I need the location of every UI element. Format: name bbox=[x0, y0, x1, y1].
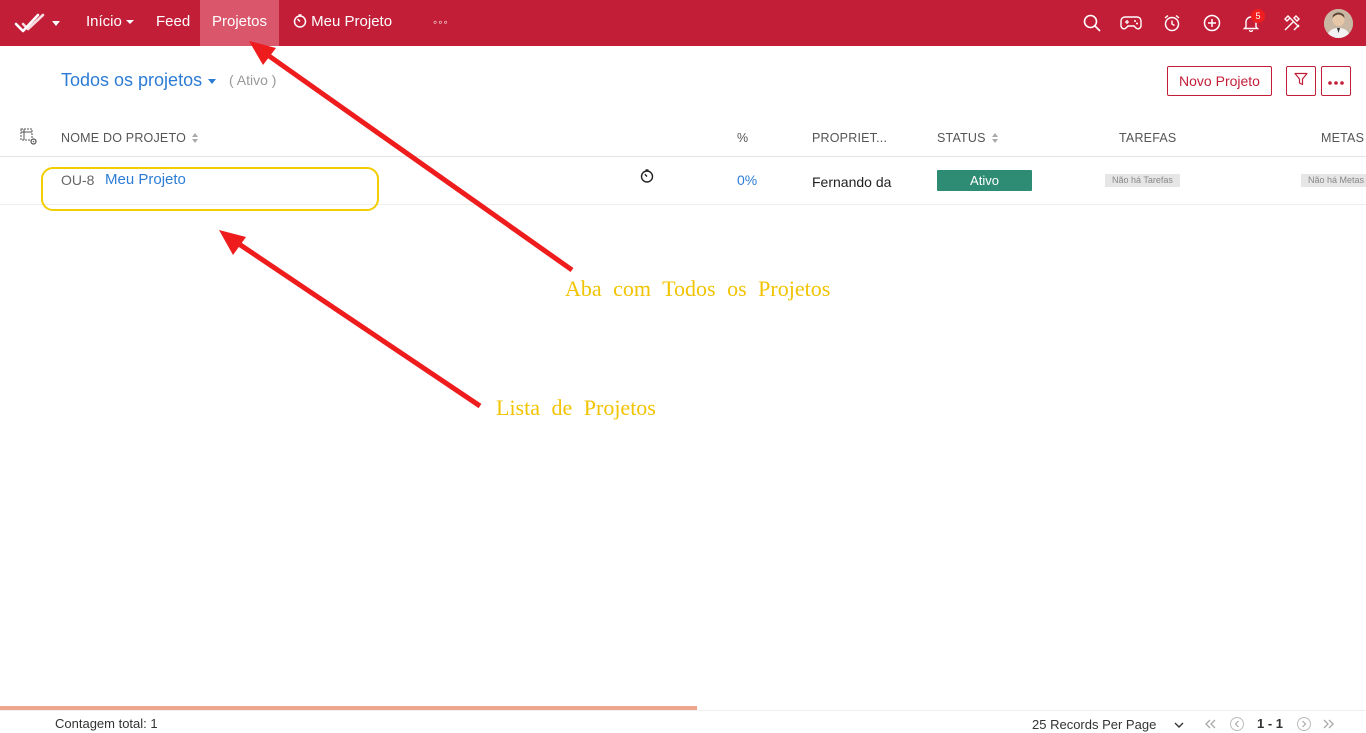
tab-projects-label: Projetos bbox=[211, 13, 268, 30]
user-avatar[interactable] bbox=[1324, 9, 1353, 38]
view-title-label: Todos os projetos bbox=[61, 70, 203, 90]
more-horizontal-icon bbox=[1328, 72, 1344, 90]
page-range-label: 1 - 1 bbox=[1257, 716, 1284, 731]
column-header-status[interactable]: STATUS bbox=[937, 131, 998, 146]
column-header-owner[interactable]: PROPRIET... bbox=[812, 131, 887, 145]
more-dots-icon: ◦◦◦ bbox=[433, 15, 449, 29]
top-navigation-bar: Início Feed Projetos Meu Projeto ◦◦◦ 5 bbox=[0, 0, 1366, 46]
nav-feed[interactable]: Feed bbox=[156, 0, 190, 46]
sort-icon bbox=[192, 132, 199, 146]
total-count-label: Contagem total: 1 bbox=[55, 716, 158, 731]
project-owner: Fernando da bbox=[812, 174, 892, 190]
annotation-arrows bbox=[219, 41, 574, 409]
plus-circle-icon[interactable] bbox=[1201, 12, 1223, 34]
arrow-to-project-list bbox=[219, 230, 482, 409]
chevron-down-icon bbox=[208, 78, 217, 84]
previous-page-icon[interactable] bbox=[1229, 716, 1245, 732]
timer-icon bbox=[293, 13, 307, 30]
chevron-down-icon bbox=[125, 20, 134, 25]
new-project-button[interactable]: Novo Projeto bbox=[1167, 66, 1272, 96]
app-logo-menu[interactable] bbox=[14, 9, 62, 37]
filter-button[interactable] bbox=[1286, 66, 1316, 96]
status-badge[interactable]: Ativo bbox=[937, 170, 1032, 191]
goals-empty-tag: Não há Metas bbox=[1301, 174, 1366, 187]
view-status-filter-label: ( Ativo ) bbox=[229, 72, 277, 88]
chevron-down-icon bbox=[52, 20, 60, 26]
tasks-empty-tag: Não há Tarefas bbox=[1105, 174, 1180, 187]
project-percent: 0% bbox=[737, 172, 758, 188]
nav-recent-project[interactable]: Meu Projeto bbox=[293, 0, 392, 46]
column-header-tasks[interactable]: TAREFAS bbox=[1119, 131, 1176, 145]
tab-projects[interactable]: Projetos bbox=[200, 0, 279, 46]
column-settings-icon[interactable] bbox=[20, 128, 38, 146]
last-page-icon[interactable] bbox=[1321, 716, 1337, 732]
table-header-divider bbox=[0, 156, 1366, 157]
alarm-clock-icon[interactable] bbox=[1161, 12, 1183, 34]
next-page-icon[interactable] bbox=[1296, 716, 1312, 732]
column-header-goals[interactable]: METAS bbox=[1321, 131, 1364, 145]
bell-icon[interactable]: 5 bbox=[1240, 9, 1265, 34]
nav-feed-label: Feed bbox=[156, 13, 191, 30]
double-check-logo-icon bbox=[14, 11, 46, 35]
filter-icon bbox=[1294, 72, 1308, 91]
column-header-percent[interactable]: % bbox=[737, 131, 748, 145]
view-selector-dropdown[interactable]: Todos os projetos bbox=[61, 70, 217, 91]
gamepad-icon[interactable] bbox=[1120, 12, 1142, 34]
nav-home-label: Início bbox=[86, 13, 122, 30]
footer-divider bbox=[0, 710, 1366, 711]
column-header-label: NOME DO PROJETO bbox=[61, 131, 187, 145]
first-page-icon[interactable] bbox=[1202, 716, 1218, 732]
annotation-project-list: Lista de Projetos bbox=[496, 395, 656, 420]
highlight-box-project-list bbox=[41, 167, 379, 211]
more-options-button[interactable] bbox=[1321, 66, 1351, 96]
tools-icon[interactable] bbox=[1281, 12, 1303, 34]
nav-home[interactable]: Início bbox=[86, 0, 134, 46]
nav-more-menu[interactable]: ◦◦◦ bbox=[433, 0, 449, 46]
annotation-all-projects-tab: Aba com Todos os Projetos bbox=[565, 276, 831, 301]
search-icon[interactable] bbox=[1081, 12, 1103, 34]
timer-icon[interactable] bbox=[640, 169, 654, 188]
sort-icon bbox=[991, 132, 998, 146]
nav-recent-project-label: Meu Projeto bbox=[311, 13, 393, 30]
column-header-label: STATUS bbox=[937, 131, 986, 145]
records-per-page-select[interactable]: 25 Records Per Page bbox=[1032, 716, 1184, 732]
notification-count-badge: 5 bbox=[1251, 9, 1265, 23]
chevron-down-icon bbox=[1174, 716, 1184, 731]
column-header-project-name[interactable]: NOME DO PROJETO bbox=[61, 131, 199, 146]
records-per-page-label: 25 Records Per Page bbox=[1032, 717, 1157, 732]
